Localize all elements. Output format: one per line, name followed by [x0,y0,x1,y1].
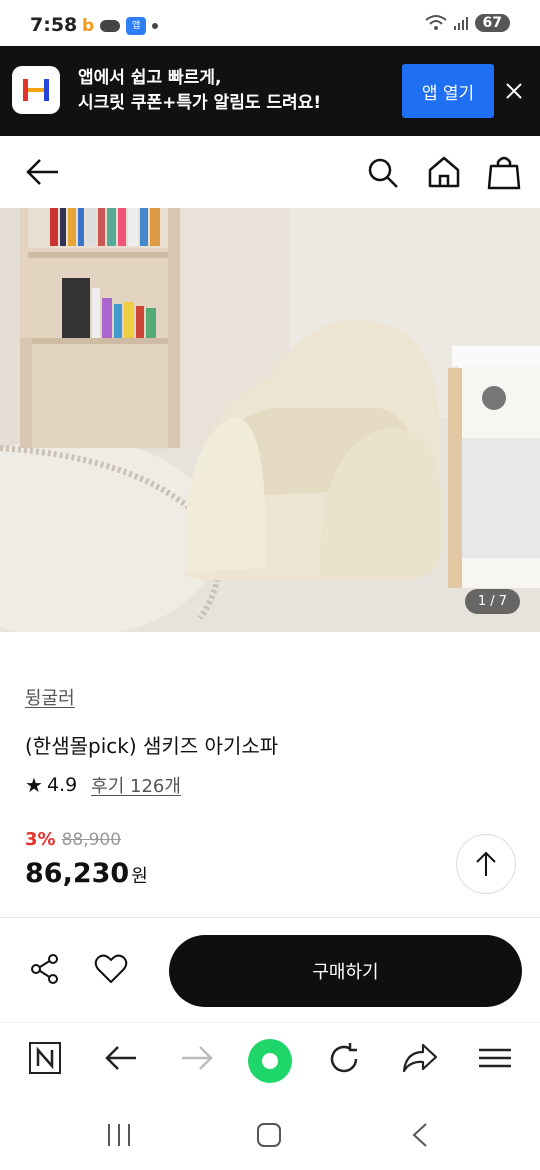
app-logo-icon [12,66,60,114]
banner-line-1: 앱에서 쉽고 빠르게, [78,68,222,88]
rating-value: 4.9 [46,774,78,796]
notification-icons: b 앱 [82,16,159,36]
battery-indicator: 67 [474,14,510,32]
price-row: 86,230 원 [25,858,148,889]
naver-n-icon[interactable] [28,1041,62,1075]
cloud-icon [100,20,121,32]
banner-text: 앱에서 쉽고 빠르게, 시크릿 쿠폰+특가 알림도 드려요! [78,66,321,116]
banner-line-2: 시크릿 쿠폰+특가 알림도 드려요! [78,93,322,113]
system-navigation-bar [0,1102,540,1170]
rating-row: ★ 4.9 후기 126개 [25,772,181,798]
star-icon: ★ [25,773,43,797]
arrow-up-icon [476,851,496,876]
divider [0,917,540,918]
brand-link[interactable]: 뒹굴러 [25,684,75,710]
recent-apps-icon[interactable] [106,1122,132,1148]
original-price: 88,900 [61,829,122,850]
product-image[interactable]: 1 / 7 [0,208,540,632]
system-back-icon[interactable] [408,1122,434,1148]
back-arrow-icon[interactable] [24,156,60,188]
green-home-icon[interactable] [247,1038,293,1084]
heart-icon[interactable] [94,953,128,985]
home-icon[interactable] [426,154,462,190]
browser-forward-icon[interactable] [180,1041,214,1075]
reviews-link[interactable]: 후기 126개 [91,772,181,798]
more-notifications-dot [152,23,159,29]
share-forward-icon[interactable] [402,1041,438,1075]
signal-icon [453,17,468,30]
b-app-icon: b [82,16,95,36]
product-photo-sofa [0,208,540,632]
currency-label: 원 [131,866,148,887]
share-icon[interactable] [30,953,60,985]
app-notification-icon: 앱 [126,17,147,35]
buy-button[interactable]: 구매하기 [169,935,522,1007]
browser-toolbar [0,1022,540,1102]
open-app-button[interactable]: 앱 열기 [402,64,494,118]
discount-rate: 3% [25,829,56,850]
menu-icon[interactable] [478,1041,512,1075]
search-icon[interactable] [366,156,400,190]
scroll-top-button[interactable] [456,834,516,894]
status-time: 7:58 [30,14,78,36]
close-icon[interactable] [502,79,526,103]
wifi-icon [424,15,447,30]
shopping-bag-icon[interactable] [487,154,521,190]
top-navigation [0,136,540,208]
browser-back-icon[interactable] [104,1041,138,1075]
sale-price: 86,230 [25,858,130,889]
image-counter: 1 / 7 [464,589,520,614]
product-title: (한샘몰pick) 샘키즈 아기소파 [25,734,279,758]
home-button-icon[interactable] [256,1122,282,1148]
app-install-banner: 앱에서 쉽고 빠르게, 시크릿 쿠폰+특가 알림도 드려요! 앱 열기 [0,46,540,136]
discount-row: 3% 88,900 [25,829,121,850]
status-bar: 7:58 b 앱 67 [0,0,540,46]
refresh-icon[interactable] [326,1041,362,1077]
